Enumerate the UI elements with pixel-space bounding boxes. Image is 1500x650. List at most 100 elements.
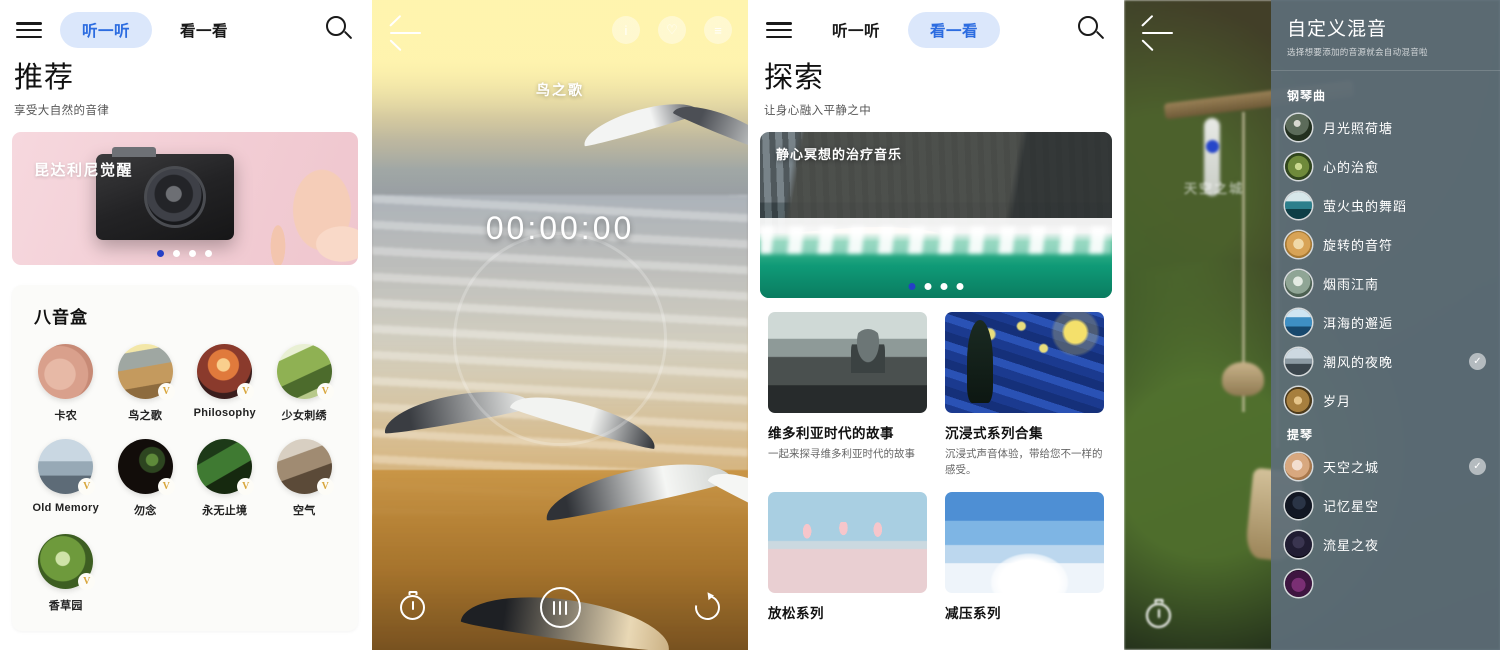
mix-source-row[interactable]: 心的治愈 (1271, 147, 1500, 186)
music-box-item-label: 空气 (292, 505, 316, 518)
dot-1[interactable] (908, 283, 916, 291)
source-avatar (1285, 153, 1312, 180)
source-label: 月光照荷塘 (1323, 121, 1394, 136)
avatar[interactable]: V (117, 439, 175, 496)
foam-art (760, 226, 1112, 255)
dot-3[interactable] (940, 283, 948, 291)
mix-source-row[interactable]: 旋转的音符 (1271, 225, 1500, 264)
card-title: 沉浸式系列合集 (945, 426, 1043, 442)
mix-source-row[interactable]: 萤火虫的舞蹈 (1271, 186, 1500, 225)
search-icon[interactable] (322, 13, 356, 47)
search-icon[interactable] (1074, 13, 1108, 47)
mix-source-row[interactable]: 烟雨江南 (1271, 264, 1500, 303)
verified-badge-icon: V (78, 573, 96, 591)
source-label: 洱海的邂逅 (1323, 316, 1394, 331)
chime-ornament-1 (1222, 362, 1264, 396)
verified-badge-icon: V (316, 383, 334, 401)
dot-4[interactable] (956, 283, 964, 291)
tab-watch[interactable]: 看一看 (908, 12, 1001, 48)
source-label: 萤火虫的舞蹈 (1323, 199, 1408, 214)
tab-listen[interactable]: 听一听 (60, 12, 153, 48)
explore-card-grid: 维多利亚时代的故事 一起来探寻维多利亚时代的故事 沉浸式系列合集 沉浸式声音体验，带给… (750, 298, 1122, 621)
panel1-topbar: 听一听 看一看 (0, 0, 370, 60)
avatar[interactable]: V (197, 439, 255, 496)
verified-badge-icon: V (157, 478, 175, 496)
player-controls (372, 587, 748, 628)
search-handle (1095, 30, 1105, 40)
check-icon[interactable]: ✓ (1469, 353, 1486, 370)
banner-title: 昆达利尼觉醒 (34, 162, 134, 180)
verified-badge-icon: V (157, 383, 175, 401)
timer-icon[interactable] (1146, 599, 1171, 628)
mix-source-row[interactable]: 流星之夜 (1271, 525, 1500, 564)
dot-4[interactable] (205, 250, 212, 258)
timer-crown (408, 591, 417, 595)
page-subtitle: 享受大自然的音律 (14, 105, 110, 118)
avatar[interactable]: V (38, 534, 96, 591)
explore-card[interactable]: 放松系列 (768, 491, 927, 622)
dot-1[interactable] (157, 250, 164, 258)
verified-badge-icon: V (237, 383, 255, 401)
mix-group-label: 提琴 (1287, 428, 1314, 442)
panel3-topbar: 听一听 看一看 (750, 0, 1122, 60)
timer-icon[interactable] (400, 591, 425, 620)
heart-icon[interactable]: ♡ (658, 16, 686, 44)
mix-source-row[interactable]: 洱海的邂逅 (1271, 303, 1500, 342)
source-label: 潮风的夜晚 (1323, 355, 1394, 370)
tab-listen[interactable]: 听一听 (810, 12, 902, 48)
mix-source-row[interactable] (1271, 564, 1500, 603)
avatar[interactable]: V (276, 344, 334, 401)
music-box-item[interactable]: V 永无止境 (185, 439, 265, 518)
back-arrow-icon[interactable] (388, 14, 424, 52)
avatar[interactable]: V (276, 439, 334, 496)
avatar[interactable]: V (197, 344, 255, 401)
mix-divider (1271, 70, 1500, 71)
music-box-item[interactable]: V 少女刺绣 (265, 344, 345, 423)
explore-card[interactable]: 沉浸式系列合集 沉浸式声音体验，带给您不一样的感受。 (945, 312, 1104, 477)
music-box-item-label: 卡农 (54, 410, 78, 423)
explore-card[interactable]: 减压系列 (945, 491, 1104, 622)
back-arrow-icon[interactable] (1140, 14, 1176, 52)
hamburger-icon[interactable] (764, 19, 794, 41)
mix-source-row[interactable]: 岁月 (1271, 381, 1500, 420)
source-label: 流星之夜 (1323, 538, 1380, 553)
source-label: 岁月 (1323, 394, 1352, 409)
mix-source-list: 钢琴曲 月光照荷塘 心的治愈 萤火虫的舞蹈 旋转的音符 烟雨江南 洱海的邂逅 潮风的夜晚 ✓ 岁月… (1271, 81, 1500, 603)
music-box-item[interactable]: V 勿念 (106, 439, 186, 518)
music-box-item[interactable]: V 空气 (265, 439, 345, 518)
custom-mix-screen: 天空之城 自定义混音 选择想要添加的音源就会自动混音啦 钢琴曲 月光照荷塘 心的治愈… (1124, 0, 1500, 650)
hero-banner[interactable]: 静心冥想的治疗音乐 (760, 132, 1112, 299)
info-icon[interactable]: i (612, 16, 640, 44)
source-avatar (1285, 387, 1312, 414)
avatar[interactable] (38, 344, 94, 400)
music-box-item[interactable]: V 香草园 (26, 534, 106, 613)
pause-icon[interactable] (539, 587, 581, 628)
mix-source-row[interactable]: 记忆星空 (1271, 486, 1500, 525)
mix-source-row[interactable]: 月光照荷塘 (1271, 108, 1500, 147)
progress-ring (453, 232, 667, 446)
music-box-item[interactable]: V 鸟之歌 (106, 344, 186, 423)
loop-icon[interactable] (690, 590, 725, 625)
music-box-item[interactable]: V Old Memory (26, 439, 106, 518)
dot-2[interactable] (924, 283, 932, 291)
hero-banner[interactable]: 昆达利尼觉醒 (12, 132, 358, 266)
card-title: 维多利亚时代的故事 (768, 426, 894, 442)
dot-3[interactable] (189, 250, 196, 258)
music-box-item-label: 香草园 (48, 600, 83, 613)
dot-2[interactable] (173, 250, 180, 258)
list-icon[interactable]: ≡ (704, 16, 732, 44)
explore-card[interactable]: 维多利亚时代的故事 一起来探寻维多利亚时代的故事 (768, 312, 927, 477)
mix-source-row[interactable]: 天空之城 ✓ (1271, 447, 1500, 486)
banner-dots[interactable] (908, 283, 964, 291)
music-box-item[interactable]: 卡农 (26, 344, 106, 423)
mix-source-row[interactable]: 潮风的夜晚 ✓ (1271, 342, 1500, 381)
avatar[interactable]: V (38, 439, 96, 496)
music-box-item[interactable]: V Philosophy (185, 344, 265, 423)
banner-dots[interactable] (157, 250, 212, 258)
hamburger-icon[interactable] (14, 19, 44, 41)
source-avatar (1285, 270, 1312, 297)
tab-watch[interactable]: 看一看 (158, 12, 250, 48)
avatar[interactable]: V (117, 344, 175, 401)
music-box-item-label: 鸟之歌 (128, 410, 163, 423)
check-icon[interactable]: ✓ (1469, 458, 1486, 475)
